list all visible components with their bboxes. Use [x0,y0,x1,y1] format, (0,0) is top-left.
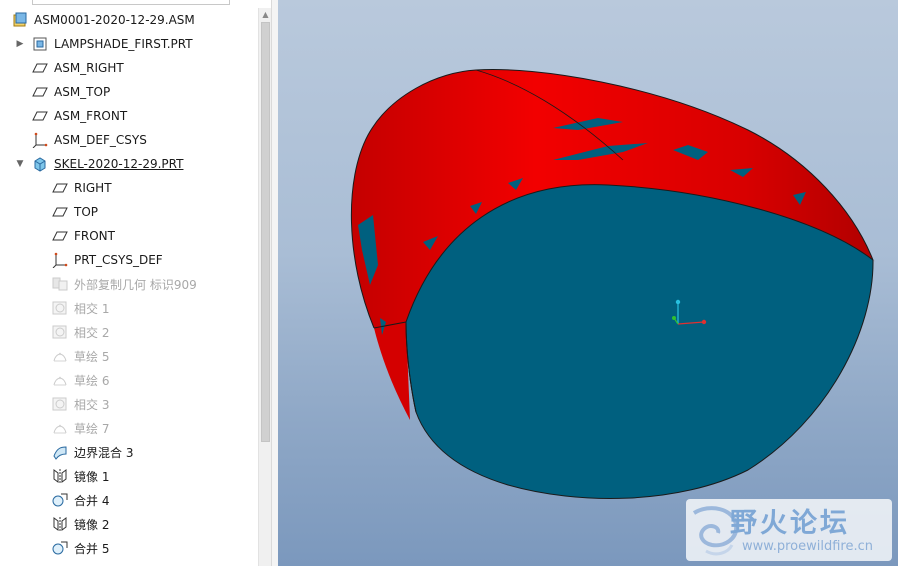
mirror-icon [52,468,68,484]
tree-item-label: TOP [74,205,99,219]
tree-item[interactable]: 边界混合 3 [0,440,258,464]
tree-item[interactable]: ASM0001-2020-12-29.ASM [0,8,258,32]
tree-item-label: 镜像 2 [74,517,110,532]
datum-plane-icon [32,60,48,76]
tree-item-label: 镜像 1 [74,469,110,484]
tree-item[interactable]: 外部复制几何 标识909 [0,272,258,296]
tree-item-label: ASM_FRONT [54,109,128,123]
tree-item[interactable]: 镜像 2 [0,512,258,536]
tree-item-label: FRONT [74,229,115,243]
mirror-icon [52,516,68,532]
tree-item-label: 草绘 7 [74,421,110,436]
tree-item-label: 草绘 6 [74,373,110,388]
boundary-blend-icon [52,444,68,460]
tree-item-label: ASM_RIGHT [54,61,124,75]
tree-item-label: ASM_TOP [54,85,111,99]
tree-item-label: PRT_CSYS_DEF [74,253,163,267]
tree-item-label: 相交 3 [74,397,110,412]
expand-arrow-icon[interactable]: ▶ [15,39,25,49]
external-copy-geom-icon [52,276,68,292]
sketch-icon [52,420,68,436]
datum-plane-icon [52,180,68,196]
tree-item-label: RIGHT [74,181,112,195]
tree-item[interactable]: RIGHT [0,176,258,200]
tree-item[interactable]: ASM_FRONT [0,104,258,128]
watermark-title: 野火论坛 [730,508,850,539]
datum-plane-icon [32,84,48,100]
tree-item[interactable]: PRT_CSYS_DEF [0,248,258,272]
tree-item[interactable]: 相交 3 [0,392,258,416]
csys-icon [52,252,68,269]
datum-plane-icon [52,228,68,244]
datum-plane-icon [52,204,68,220]
datum-plane-icon [32,108,48,124]
tree-item[interactable]: ▶ LAMPSHADE_FIRST.PRT [0,32,258,56]
intersect-icon [52,396,68,412]
tree-item-label: ASM_DEF_CSYS [54,133,147,147]
tree-item-label: SKEL-2020-12-29.PRT [54,157,184,171]
model-tree-scrollbar[interactable]: ▲ [258,8,272,566]
intersect-icon [52,324,68,340]
assembly-icon [12,12,28,28]
tree-item-label: 外部复制几何 标识909 [74,277,197,292]
graphics-viewport[interactable] [278,0,898,566]
tree-item-label: 合并 5 [74,541,110,556]
sketch-icon [52,348,68,364]
tree-item[interactable]: 相交 1 [0,296,258,320]
merge-icon [52,540,68,556]
tree-item[interactable]: 草绘 6 [0,368,258,392]
outer-shell-lower-lip [374,322,410,420]
tree-item-label: 合并 4 [74,493,110,508]
tree-item[interactable]: ▼ SKEL-2020-12-29.PRT [0,152,258,176]
model-tree-search-field[interactable] [32,0,230,5]
part-icon [32,36,48,52]
tree-item-label: 草绘 5 [74,349,110,364]
tree-item-label: 边界混合 3 [74,445,134,460]
tree-item-label: ASM0001-2020-12-29.ASM [34,13,195,27]
skeleton-part-icon [32,156,48,172]
model-tree-panel: ASM0001-2020-12-29.ASM ▶ LAMPSHADE_FIRST.P… [0,0,278,566]
csys-icon [32,132,48,149]
tree-item[interactable]: ASM_DEF_CSYS [0,128,258,152]
tree-item[interactable]: FRONT [0,224,258,248]
lampshade-model[interactable] [278,0,898,566]
scroll-thumb[interactable] [261,22,270,442]
tree-item-label: 相交 1 [74,301,110,316]
tree-item[interactable]: 合并 4 [0,488,258,512]
tree-item-label: 相交 2 [74,325,110,340]
tree-item[interactable]: 草绘 7 [0,416,258,440]
tree-item[interactable]: 镜像 1 [0,464,258,488]
watermark-url: www.proewildfire.cn [742,539,873,554]
forum-watermark: 野火论坛 www.proewildfire.cn [686,499,892,561]
intersect-icon [52,300,68,316]
tree-item[interactable]: ASM_RIGHT [0,56,258,80]
inner-shell-surface[interactable] [405,184,874,500]
tree-item-label: LAMPSHADE_FIRST.PRT [54,37,193,51]
tree-item[interactable]: ASM_TOP [0,80,258,104]
tree-item[interactable]: 相交 2 [0,320,258,344]
sketch-icon [52,372,68,388]
tree-item[interactable]: 合并 5 [0,536,258,560]
tree-item[interactable]: 草绘 5 [0,344,258,368]
tree-item[interactable]: TOP [0,200,258,224]
merge-icon [52,492,68,508]
collapse-arrow-icon[interactable]: ▼ [15,159,25,169]
